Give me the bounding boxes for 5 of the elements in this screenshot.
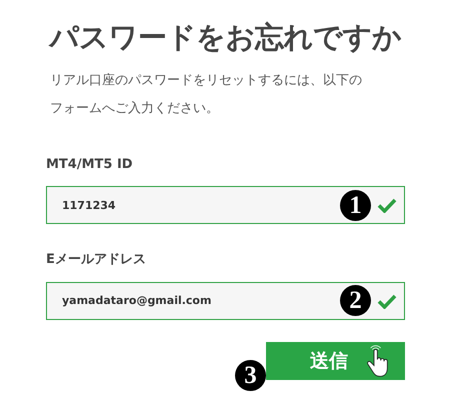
page-title: パスワードをお忘れですか — [48, 20, 402, 55]
field-label: Eメールアドレス — [46, 251, 146, 270]
field-label: MT4/MT5 ID — [46, 156, 133, 174]
step-number-marker: 3 — [235, 360, 266, 391]
description-text: リアル口座のパスワードをリセットするには、以下のフォームへご入力ください。 — [50, 72, 363, 118]
